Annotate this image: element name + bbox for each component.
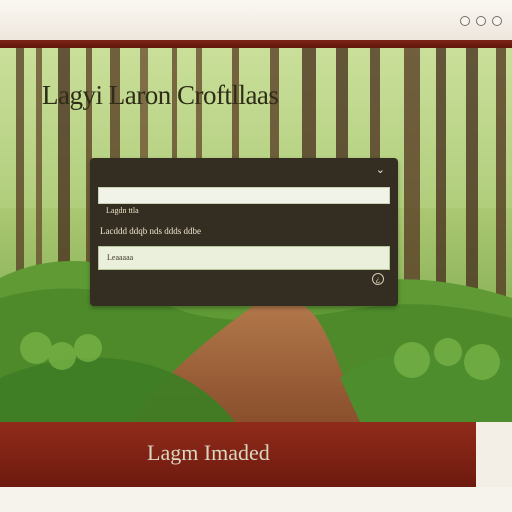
password-field[interactable]: Leaaaaa [98, 246, 390, 270]
close-window-icon[interactable] [492, 16, 502, 26]
maximize-icon[interactable] [476, 16, 486, 26]
top-bar [0, 0, 512, 40]
username-field[interactable] [98, 187, 390, 204]
dialog-description: Lacddd ddqb nds ddds ddbe [100, 226, 201, 236]
app-window: Lagyi Laron Croftllaas ⌄ Lagdn ttla Lacd… [0, 0, 512, 512]
footer-text: Lagm Imaded [147, 440, 270, 465]
close-icon[interactable]: ⌄ [376, 165, 385, 176]
field-label: Lagdn ttla [106, 206, 139, 215]
bottom-strip [0, 487, 512, 512]
brand-title: Lagyi Laron Croftllaas [42, 80, 279, 110]
window-controls [460, 16, 502, 26]
help-icon[interactable]: ¿ [372, 273, 384, 285]
login-dialog: ⌄ Lagdn ttla Lacddd ddqb nds ddds ddbe L… [90, 158, 398, 306]
minimize-icon[interactable] [460, 16, 470, 26]
header-wood-band [0, 40, 512, 48]
